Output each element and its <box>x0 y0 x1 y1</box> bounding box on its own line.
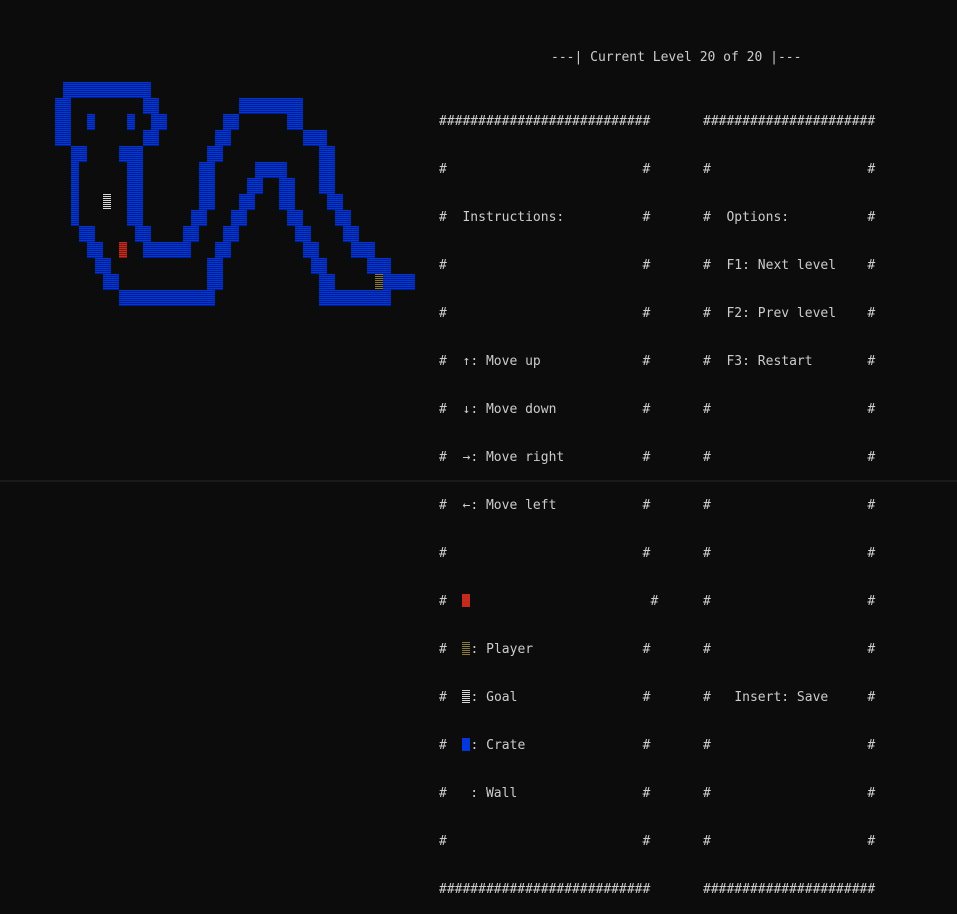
option-prev-level: F2: Prev level <box>726 306 837 321</box>
wall-tile <box>79 226 95 242</box>
wall-tile <box>135 226 151 242</box>
wall-tile <box>335 210 351 226</box>
wall-tile <box>351 242 375 258</box>
crate-icon <box>462 738 471 751</box>
options-heading: Options: <box>726 210 790 225</box>
wall-tile <box>71 146 87 162</box>
options-top-border: ###################### <box>703 114 876 129</box>
wall-tile <box>303 130 327 146</box>
player-tile <box>119 242 127 258</box>
option-save: Insert: Save <box>734 690 829 705</box>
wall-tile <box>319 290 391 306</box>
wall-tile <box>199 162 215 194</box>
wall-tile <box>87 242 103 258</box>
goal-icon <box>462 690 471 703</box>
wall-tile <box>319 274 335 290</box>
wall-tile <box>103 274 119 290</box>
wall-tile <box>343 226 359 242</box>
wall-tile <box>311 258 327 274</box>
wall-tile <box>207 146 223 162</box>
wall-tile <box>239 98 303 114</box>
move-down-label: : Move down <box>470 402 557 417</box>
wall-tile <box>215 130 231 146</box>
wall-tile <box>231 210 247 226</box>
player-icon <box>462 594 471 607</box>
wall-tile <box>143 130 159 146</box>
move-up-label: : Move up <box>470 354 541 369</box>
wall-tile <box>303 242 319 258</box>
wall-tile <box>295 226 311 242</box>
player-label: : Player <box>470 642 534 657</box>
wall-tile <box>71 162 79 226</box>
wall-tile <box>143 242 191 258</box>
wall-tile <box>287 114 303 130</box>
wall-tile <box>207 258 223 274</box>
wall-tile <box>143 98 159 114</box>
crate-on-floor-icon <box>462 642 471 655</box>
wall-tile <box>87 114 95 130</box>
move-left-label: : Move left <box>470 498 557 513</box>
crate-on-floor-tile <box>375 274 383 290</box>
wall-tile <box>327 194 343 210</box>
wall-tile <box>207 274 223 290</box>
crate-label: : Crate <box>470 738 526 753</box>
options-bottom-border: ###################### <box>703 882 876 897</box>
goal-tile <box>103 194 111 210</box>
wall-tile <box>63 82 151 98</box>
instructions-panel: ########################### # # # Instru… <box>439 114 659 897</box>
wall-tile <box>239 194 255 210</box>
wall-tile <box>319 162 335 194</box>
wall-tile <box>127 162 143 226</box>
arrow-left-icon: ← <box>462 498 471 513</box>
wall-tile <box>383 274 391 290</box>
wall-tile <box>183 226 199 242</box>
wall-tile <box>199 194 215 210</box>
wall-tile <box>223 226 239 242</box>
wall-tile <box>247 178 263 194</box>
wall-tile <box>191 210 207 226</box>
wall-label: : Wall <box>462 786 518 801</box>
instructions-top-border: ########################### <box>439 114 651 129</box>
wall-tile <box>215 242 231 258</box>
wall-tile <box>255 162 287 178</box>
move-right-label: : Move right <box>470 450 565 465</box>
goal-label: : Goal <box>470 690 518 705</box>
instructions-bottom-border: ########################### <box>439 882 651 897</box>
wall-tile <box>151 114 167 130</box>
wall-tile <box>223 114 239 130</box>
wall-tile <box>127 114 135 130</box>
wall-tile <box>95 258 111 274</box>
wall-tile <box>319 146 335 162</box>
level-title: ---| Current Level 20 of 20 |--- <box>551 50 802 65</box>
options-panel: ###################### # # # Options: # … <box>703 114 876 897</box>
instructions-heading: Instructions: <box>462 210 565 225</box>
level-map <box>55 82 415 306</box>
wall-tile <box>119 290 215 306</box>
option-next-level: F1: Next level <box>726 258 837 273</box>
wall-tile <box>287 210 303 226</box>
wall-tile <box>119 146 143 162</box>
wall-tile <box>279 178 295 210</box>
wall-tile <box>55 98 63 146</box>
option-restart: F3: Restart <box>726 354 813 369</box>
wall-tile <box>63 130 71 146</box>
wall-tile <box>367 258 391 274</box>
